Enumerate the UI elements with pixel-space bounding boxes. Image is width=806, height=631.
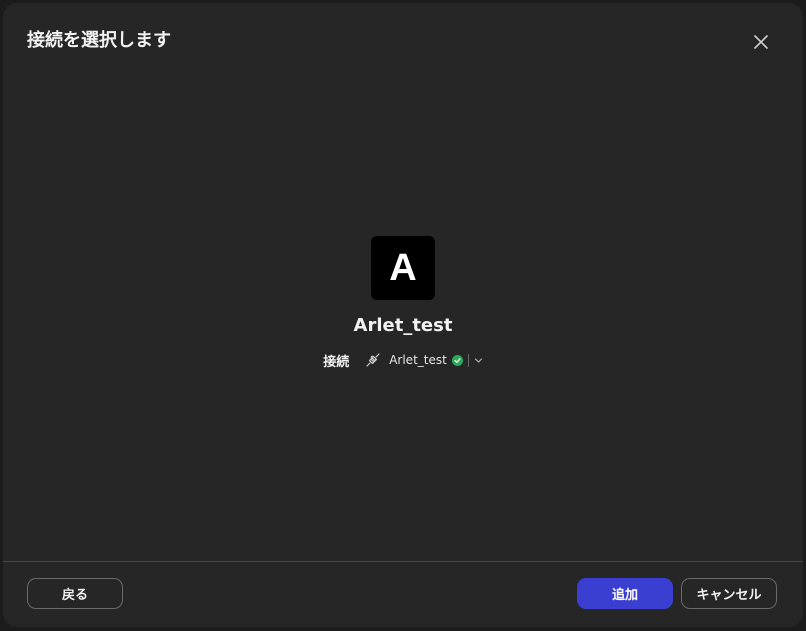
app-name: Arlet_test	[353, 315, 453, 336]
footer-divider	[3, 561, 803, 562]
select-connection-dialog: 接続を選択します A Arlet_test 接続 Arlet_test 戻る 追…	[3, 3, 803, 627]
app-avatar-letter: A	[389, 246, 417, 289]
status-check-icon	[451, 354, 463, 366]
close-button[interactable]	[748, 29, 774, 55]
plug-icon	[365, 352, 381, 368]
cancel-button[interactable]: キャンセル	[681, 578, 777, 609]
connection-label: 接続	[323, 354, 350, 370]
app-summary: A Arlet_test 接続 Arlet_test	[3, 236, 803, 370]
connection-name: Arlet_test	[389, 353, 447, 367]
dropdown-separator	[467, 353, 469, 367]
connection-row: 接続 Arlet_test	[323, 350, 483, 370]
connection-dropdown[interactable]: Arlet_test	[365, 352, 483, 368]
add-button[interactable]: 追加	[577, 578, 673, 609]
chevron-down-icon[interactable]	[474, 356, 483, 365]
dialog-title: 接続を選択します	[27, 30, 171, 51]
back-button[interactable]: 戻る	[27, 578, 123, 609]
app-avatar: A	[371, 236, 435, 300]
close-icon	[754, 35, 768, 49]
